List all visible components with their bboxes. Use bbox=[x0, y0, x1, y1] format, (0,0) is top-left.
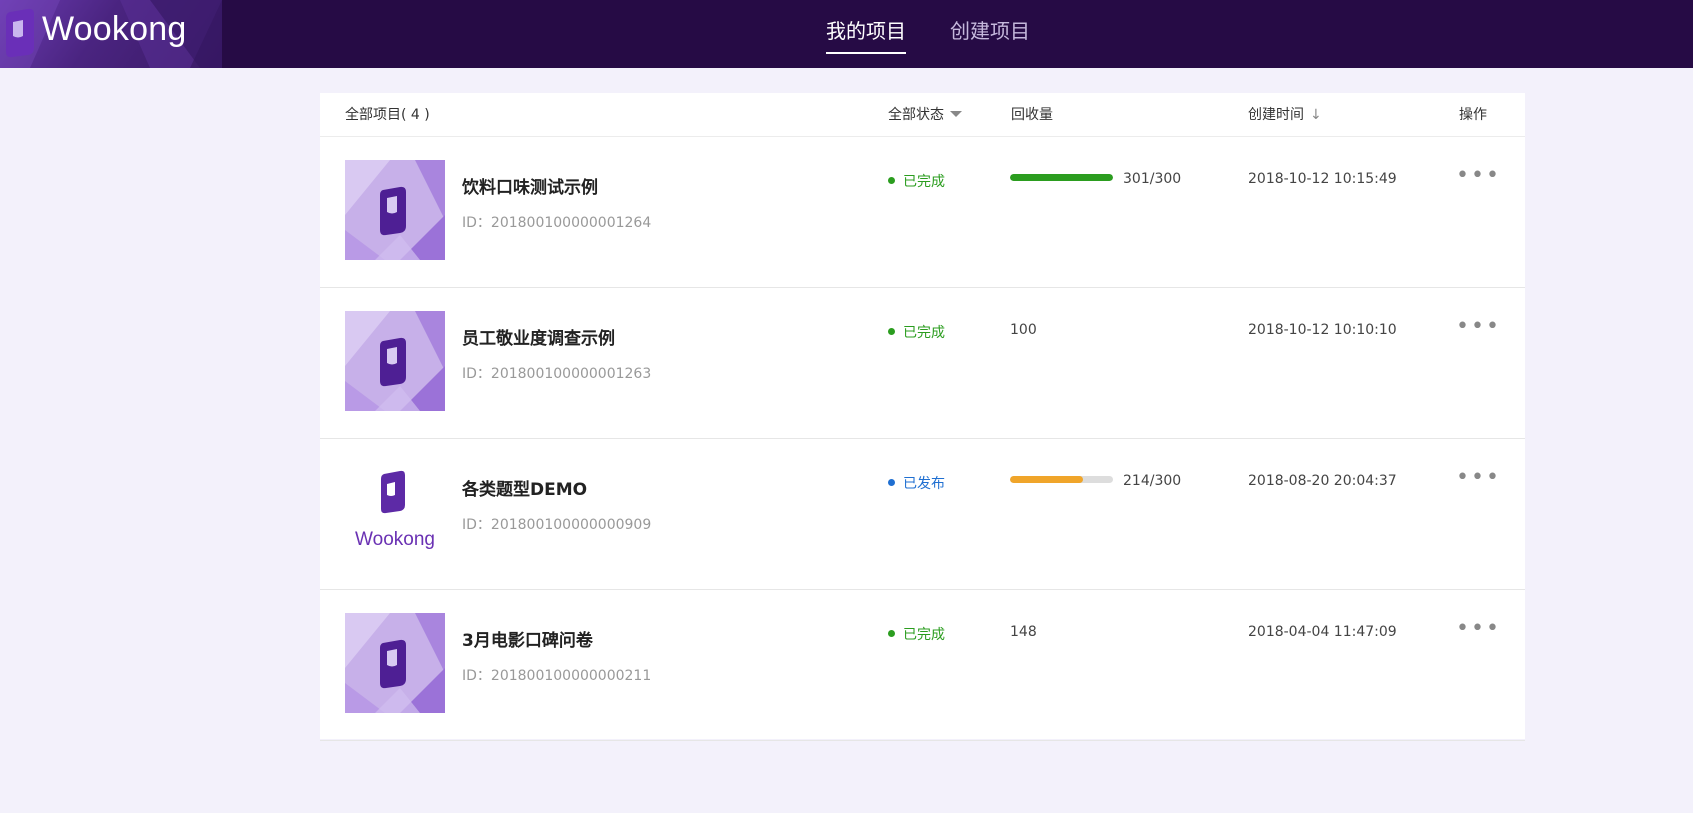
status-badge: 已完成 bbox=[888, 624, 945, 644]
more-options-icon[interactable]: ••• bbox=[1456, 163, 1501, 188]
status-label: 已完成 bbox=[903, 174, 945, 190]
status-badge: 已完成 bbox=[888, 322, 945, 342]
project-row: 饮料口味测试示例 ID：201800100000001264 已完成 301/300 2… bbox=[320, 137, 1525, 288]
project-row: 员工敬业度调查示例 ID：201800100000001263 已完成 100 2018… bbox=[320, 288, 1525, 439]
sort-by-time[interactable]: 创建时间 ↓ bbox=[1248, 93, 1322, 137]
progress-bar bbox=[1010, 174, 1113, 181]
status-filter[interactable]: 全部状态 bbox=[888, 93, 962, 137]
table-header: 全部项目( 4 ) 全部状态 回收量 创建时间 ↓ 操作 bbox=[320, 93, 1525, 137]
project-id: ID：201800100000000909 bbox=[462, 517, 652, 533]
project-title[interactable]: 3月电影口碑问卷 bbox=[462, 626, 593, 651]
header-count: 回收量 bbox=[1011, 107, 1053, 123]
project-thumbnail[interactable] bbox=[345, 160, 445, 260]
status-label: 已完成 bbox=[903, 627, 945, 643]
project-thumbnail[interactable]: Wookong bbox=[345, 462, 445, 562]
created-time: 2018-10-12 10:10:10 bbox=[1248, 322, 1397, 338]
status-badge: 已发布 bbox=[888, 473, 945, 493]
projects-panel: 全部项目( 4 ) 全部状态 回收量 创建时间 ↓ 操作 饮料口味测试示例 ID：2… bbox=[320, 93, 1525, 741]
nav-my-projects[interactable]: 我的项目 bbox=[826, 0, 906, 68]
created-time: 2018-08-20 20:04:37 bbox=[1248, 473, 1397, 489]
created-time: 2018-10-12 10:15:49 bbox=[1248, 171, 1397, 187]
status-badge: 已完成 bbox=[888, 171, 945, 191]
response-count-text: 148 bbox=[1010, 624, 1037, 640]
project-thumbnail[interactable] bbox=[345, 311, 445, 411]
more-options-icon[interactable]: ••• bbox=[1456, 314, 1501, 339]
response-count: 148 bbox=[1010, 624, 1037, 640]
response-count-text: 301/300 bbox=[1123, 171, 1182, 187]
project-id: ID：201800100000001264 bbox=[462, 215, 652, 231]
response-count: 100 bbox=[1010, 322, 1037, 338]
brand-name: Wookong bbox=[42, 10, 187, 48]
status-filter-label: 全部状态 bbox=[888, 107, 944, 123]
wookong-logo-icon bbox=[6, 8, 34, 58]
project-id: ID：201800100000000211 bbox=[462, 668, 652, 684]
project-row: 3月电影口碑问卷 ID：201800100000000211 已完成 148 2018-… bbox=[320, 590, 1525, 741]
progress-bar-fill bbox=[1010, 174, 1113, 181]
project-title[interactable]: 员工敬业度调查示例 bbox=[462, 324, 615, 349]
response-count-text: 100 bbox=[1010, 322, 1037, 338]
status-dot-icon bbox=[888, 177, 895, 184]
more-options-icon[interactable]: ••• bbox=[1456, 616, 1501, 641]
top-bar: Wookong 我的项目 创建项目 bbox=[0, 0, 1693, 68]
more-options-icon[interactable]: ••• bbox=[1456, 465, 1501, 490]
thumbnail-brand-text: Wookong bbox=[355, 529, 435, 550]
status-dot-icon bbox=[888, 630, 895, 637]
created-time: 2018-04-04 11:47:09 bbox=[1248, 624, 1397, 640]
status-dot-icon bbox=[888, 479, 895, 486]
status-label: 已完成 bbox=[903, 325, 945, 341]
progress-bar-fill bbox=[1010, 476, 1084, 483]
header-ops: 操作 bbox=[1459, 107, 1487, 123]
project-title[interactable]: 饮料口味测试示例 bbox=[462, 173, 598, 198]
arrow-down-icon: ↓ bbox=[1310, 107, 1322, 123]
project-thumbnail[interactable] bbox=[345, 613, 445, 713]
nav-create-project[interactable]: 创建项目 bbox=[950, 0, 1030, 68]
project-title[interactable]: 各类题型DEMO bbox=[462, 475, 587, 500]
caret-down-icon bbox=[950, 111, 962, 117]
project-row: Wookong 各类题型DEMO ID：201800100000000909 已发布 2… bbox=[320, 439, 1525, 590]
brand-area[interactable]: Wookong bbox=[0, 0, 222, 68]
project-id: ID：201800100000001263 bbox=[462, 366, 652, 382]
response-count: 214/300 bbox=[1010, 473, 1181, 489]
response-count-text: 214/300 bbox=[1123, 473, 1182, 489]
progress-bar bbox=[1010, 476, 1113, 483]
header-all-projects: 全部项目( 4 ) bbox=[345, 107, 430, 123]
status-dot-icon bbox=[888, 328, 895, 335]
response-count: 301/300 bbox=[1010, 171, 1181, 187]
status-label: 已发布 bbox=[903, 476, 945, 492]
sort-by-time-label: 创建时间 bbox=[1248, 107, 1304, 123]
